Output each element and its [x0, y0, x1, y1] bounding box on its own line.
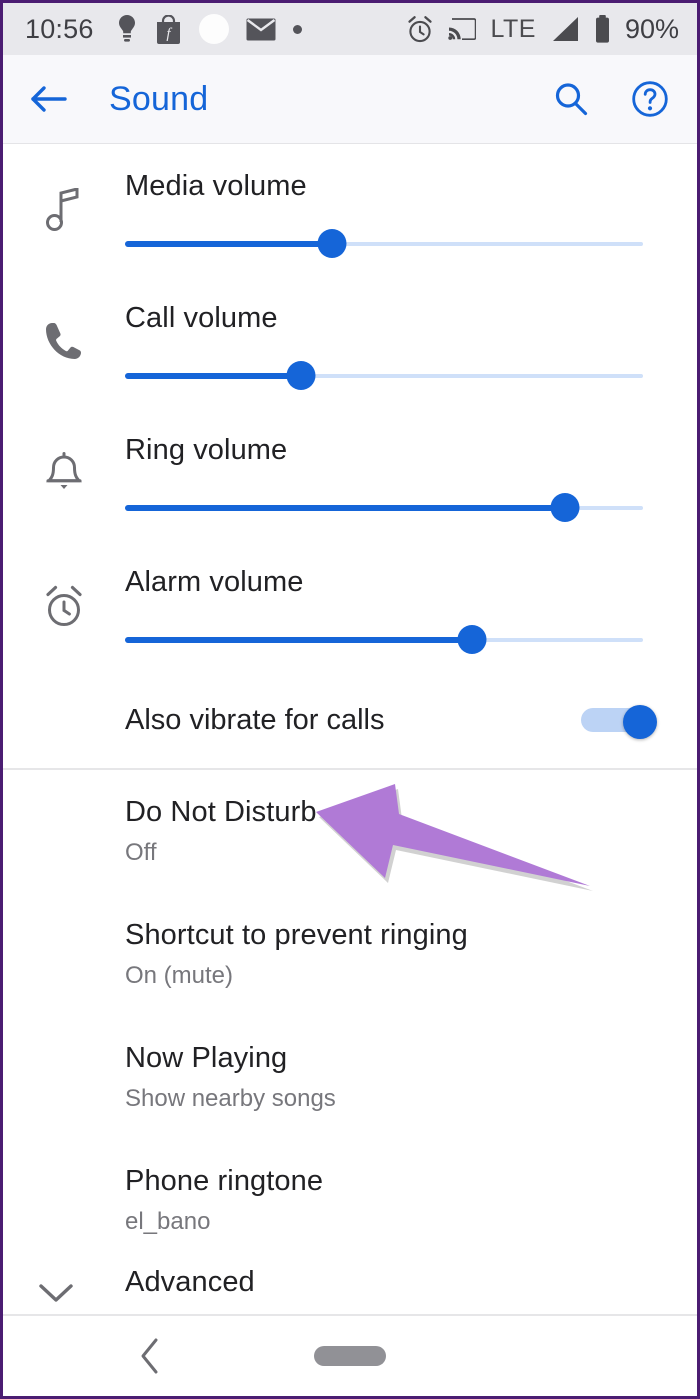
status-bar: 10:56 f LTE 90% — [3, 3, 697, 55]
slider-fill — [125, 241, 333, 247]
slider-label-media-volume: Media volume — [125, 170, 307, 202]
bell-ring-icon — [3, 408, 125, 498]
music-note-icon — [3, 144, 125, 234]
advanced-label: Advanced — [125, 1266, 255, 1298]
status-bar-notification-icons: f — [116, 14, 302, 44]
chevron-back-icon[interactable] — [138, 1336, 162, 1376]
help-circle-icon[interactable] — [631, 80, 669, 118]
chevron-down-icon — [36, 1280, 76, 1306]
status-bar-system-icons: LTE 90% — [406, 14, 679, 45]
slider-row-alarm-volume[interactable]: Alarm volume — [3, 540, 697, 672]
slider-label-ring-volume: Ring volume — [125, 434, 288, 466]
list-item-subtitle: On (mute) — [125, 962, 234, 989]
slider-thumb[interactable] — [550, 493, 580, 522]
battery-percent-label: 90% — [624, 13, 679, 44]
list-item-now-playing[interactable]: Now Playing Show nearby songs — [3, 1016, 697, 1139]
app-toolbar: Sound — [3, 55, 697, 144]
arrow-back-icon[interactable] — [29, 83, 67, 115]
list-item-subtitle: el_bano — [125, 1208, 211, 1235]
slider-body: Alarm volume — [125, 540, 697, 661]
slider-thumb[interactable] — [317, 229, 347, 258]
slider-fill — [125, 505, 566, 511]
phone-call-icon — [3, 276, 125, 364]
list-item-subtitle: Show nearby songs — [125, 1085, 336, 1112]
slider-thumb[interactable] — [457, 625, 487, 654]
slider-row-ring-volume[interactable]: Ring volume — [3, 408, 697, 540]
list-item-subtitle: Off — [125, 839, 157, 866]
alarm-clock-icon — [3, 540, 125, 630]
cast-icon — [448, 17, 477, 41]
envelope-mail-icon — [246, 18, 276, 41]
list-item-do-not-disturb[interactable]: Do Not Disturb Off — [3, 770, 697, 893]
list-item-phone-ringtone[interactable]: Phone ringtone el_bano — [3, 1139, 697, 1262]
page-title: Sound — [109, 79, 209, 118]
phone-screen: 10:56 f LTE 90% Sound Media volume Call … — [0, 0, 700, 1399]
slider-fill — [125, 373, 302, 379]
battery-icon — [594, 14, 611, 44]
slider-row-call-volume[interactable]: Call volume — [3, 276, 697, 408]
volume-section: Media volume Call volume Ring volume Ala… — [3, 144, 697, 768]
shopping-bag-f-icon: f — [155, 14, 182, 44]
list-item-title: Phone ringtone — [125, 1165, 324, 1197]
slider-alarm-volume[interactable] — [125, 619, 643, 661]
slider-media-volume[interactable] — [125, 223, 643, 265]
network-type-label: LTE — [490, 14, 536, 43]
slider-label-call-volume: Call volume — [125, 302, 278, 334]
toggle-knob — [623, 705, 657, 739]
signal-bars-icon — [550, 16, 580, 43]
slider-fill — [125, 637, 473, 643]
list-item-title: Do Not Disturb — [125, 796, 317, 828]
row-also-vibrate-for-calls[interactable]: Also vibrate for calls — [3, 672, 697, 768]
slider-thumb[interactable] — [286, 361, 316, 390]
system-navigation-bar — [3, 1314, 697, 1396]
toolbar-actions — [553, 80, 669, 118]
list-item-title: Now Playing — [125, 1042, 288, 1074]
slider-body: Media volume — [125, 144, 697, 265]
slider-call-volume[interactable] — [125, 355, 643, 397]
list-item-advanced[interactable]: Advanced — [3, 1262, 697, 1320]
slider-ring-volume[interactable] — [125, 487, 643, 529]
alarm-clock-icon — [406, 15, 434, 44]
small-dot-icon — [292, 24, 302, 34]
slider-label-alarm-volume: Alarm volume — [125, 566, 304, 598]
toggle-also-vibrate-for-calls[interactable] — [581, 705, 657, 739]
home-pill-indicator[interactable] — [314, 1346, 386, 1366]
label-also-vibrate-for-calls: Also vibrate for calls — [125, 703, 385, 736]
white-circle-icon — [198, 14, 229, 44]
list-item-title: Shortcut to prevent ringing — [125, 919, 468, 951]
search-icon[interactable] — [553, 81, 589, 117]
lightbulb-tip-icon — [116, 14, 138, 44]
settings-list-section: Do Not Disturb Off Shortcut to prevent r… — [3, 770, 697, 1320]
slider-body: Call volume — [125, 276, 697, 397]
status-bar-clock: 10:56 — [25, 13, 94, 44]
slider-row-media-volume[interactable]: Media volume — [3, 144, 697, 276]
slider-body: Ring volume — [125, 408, 697, 529]
list-item-shortcut-to-prevent-ringing[interactable]: Shortcut to prevent ringing On (mute) — [3, 893, 697, 1016]
